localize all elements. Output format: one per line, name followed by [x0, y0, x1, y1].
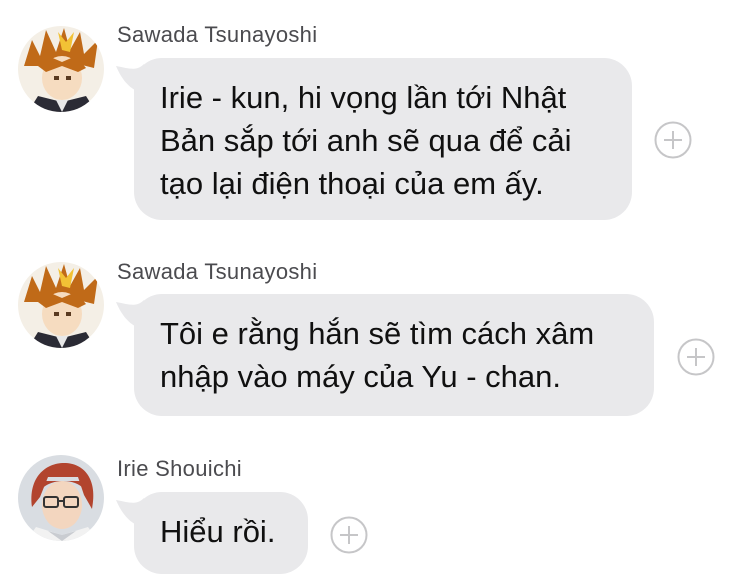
red-hair-glasses-avatar-icon: [18, 455, 104, 541]
sender-avatar[interactable]: [18, 455, 104, 541]
message-3: Irie Shouichi Hiểu rồi.: [0, 0, 750, 587]
sender-name: Irie Shouichi: [117, 456, 242, 481]
message-bubble[interactable]: Hiểu rồi.: [134, 492, 308, 574]
add-reaction-button[interactable]: [330, 516, 368, 554]
plus-circle-icon: [330, 516, 368, 554]
